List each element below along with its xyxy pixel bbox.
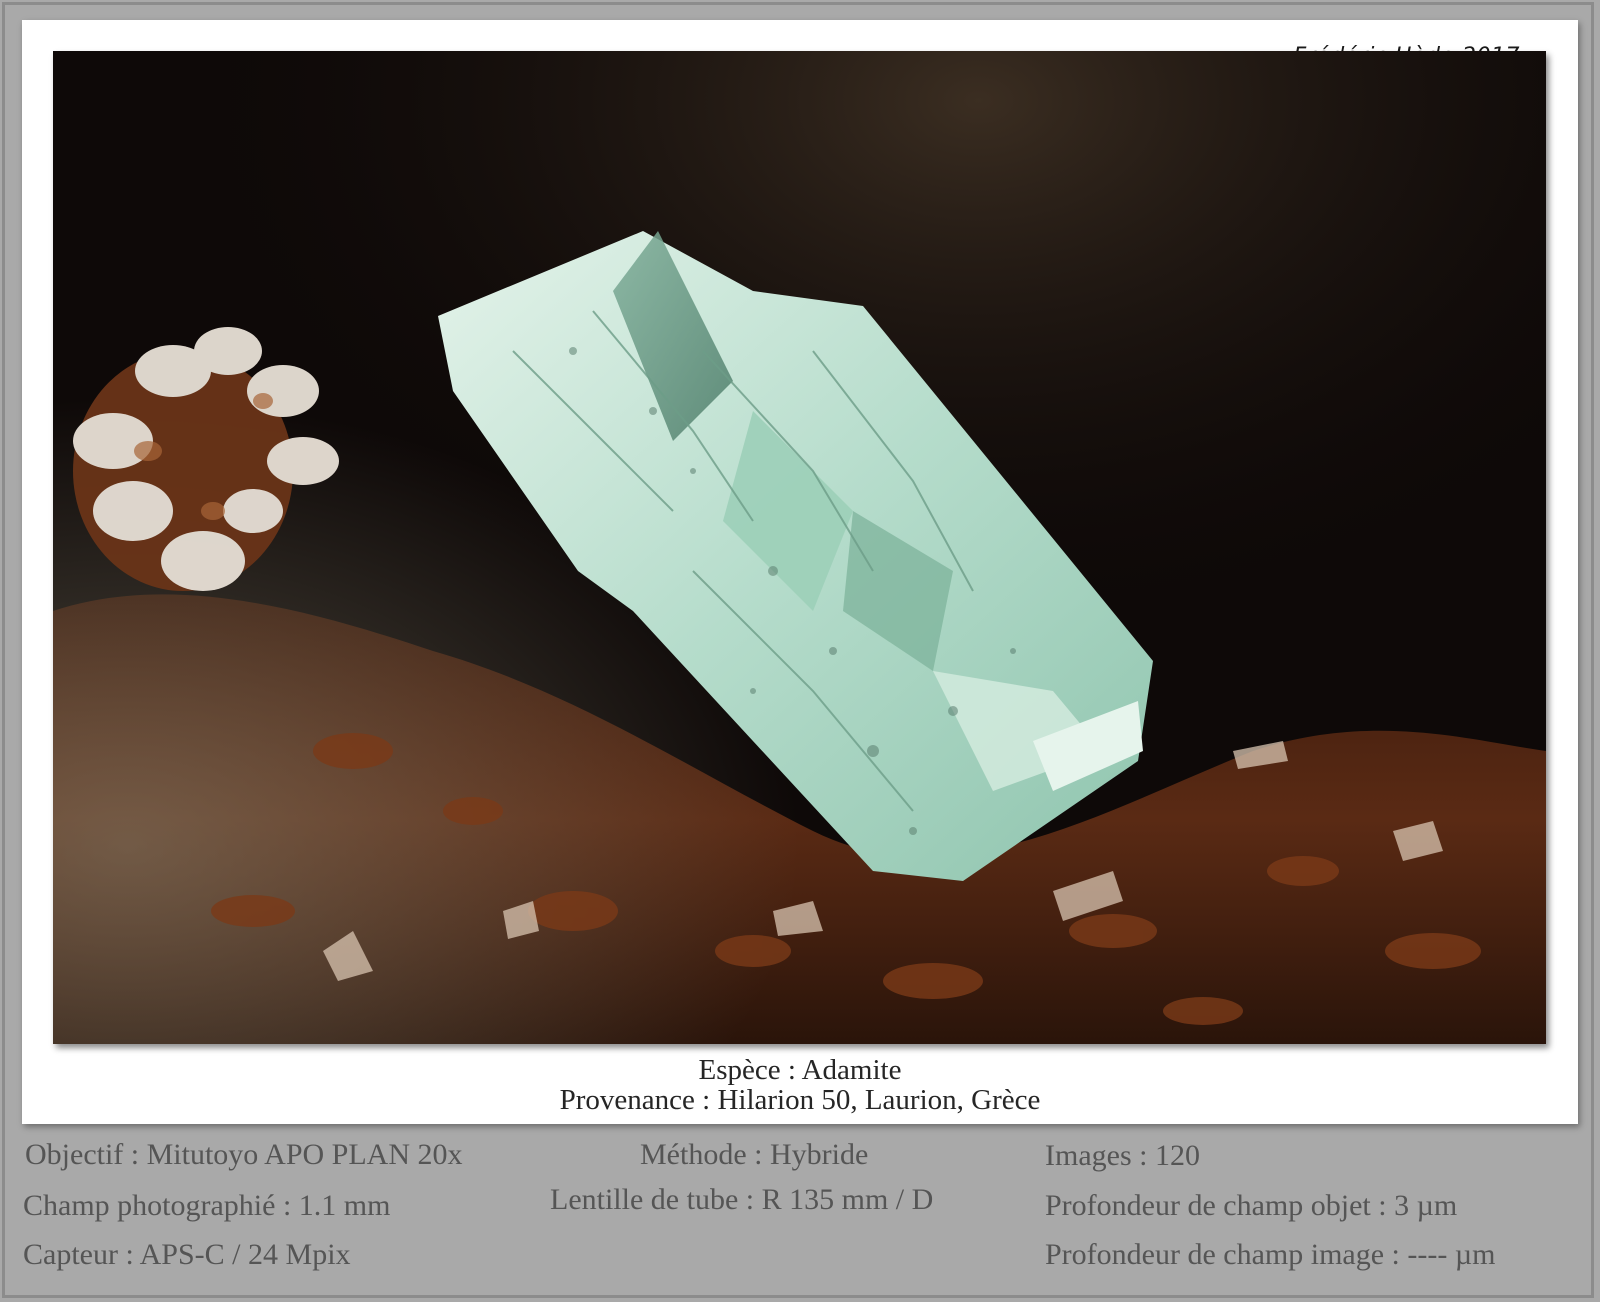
mineral-photo bbox=[53, 51, 1546, 1044]
species-caption: Espèce : Adamite bbox=[698, 1054, 902, 1086]
images-info: Images : 120 bbox=[1045, 1139, 1200, 1172]
dof-object-info: Profondeur de champ objet : 3 µm bbox=[1045, 1189, 1458, 1222]
field-info: Champ photographié : 1.1 mm bbox=[23, 1189, 391, 1222]
mineral-crystal-photo-icon bbox=[53, 51, 1546, 1044]
dof-image-info: Profondeur de champ image : ---- µm bbox=[1045, 1238, 1496, 1271]
method-info: Méthode : Hybride bbox=[640, 1138, 869, 1171]
objective-info: Objectif : Mitutoyo APO PLAN 20x bbox=[25, 1138, 463, 1171]
origin-caption: Provenance : Hilarion 50, Laurion, Grèce bbox=[559, 1084, 1041, 1116]
sensor-info: Capteur : APS-C / 24 Mpix bbox=[23, 1238, 351, 1271]
tube-lens-info: Lentille de tube : R 135 mm / D bbox=[550, 1183, 934, 1216]
